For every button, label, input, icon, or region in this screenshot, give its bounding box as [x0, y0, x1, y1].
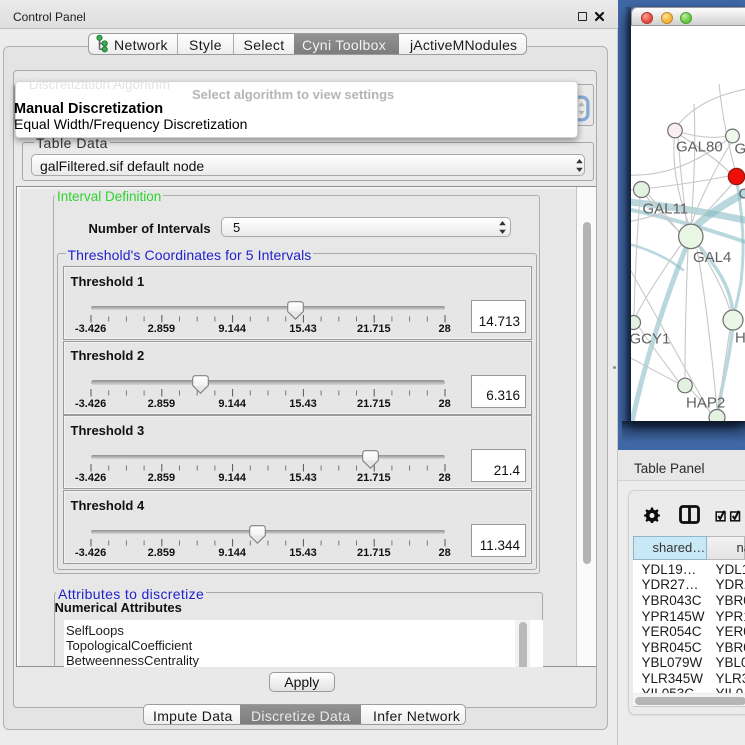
svg-text:GAL4: GAL4: [693, 249, 731, 266]
svg-text:CA: CA: [739, 185, 745, 202]
svg-text:GA: GA: [735, 140, 745, 157]
svg-text:GAL11: GAL11: [643, 200, 689, 217]
svg-text:GAL80: GAL80: [676, 138, 723, 155]
svg-text:GCY1: GCY1: [631, 330, 670, 347]
svg-text:HA: HA: [735, 329, 745, 346]
svg-text:HAP2: HAP2: [686, 394, 725, 411]
